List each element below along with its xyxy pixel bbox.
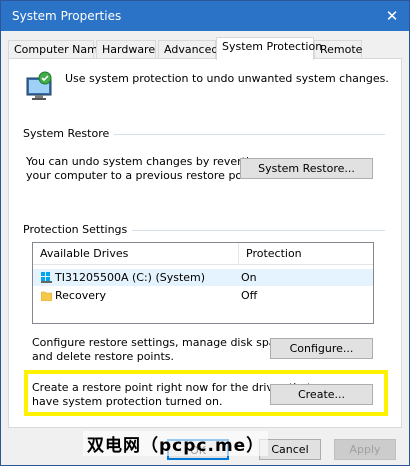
list-item[interactable]: Recovery Off	[33, 287, 373, 304]
system-protection-panel: Use system protection to undo unwanted s…	[8, 58, 402, 428]
apply-button[interactable]: Apply	[334, 439, 396, 460]
configure-text-line1: Configure restore settings, manage disk …	[32, 336, 292, 349]
system-properties-window: System Properties ✕ Computer Name Hardwa…	[0, 0, 410, 466]
tab-system-protection[interactable]: System Protection	[216, 37, 322, 60]
system-drive-icon	[41, 272, 52, 283]
system-restore-button[interactable]: System Restore...	[240, 158, 373, 179]
create-text-line2: have system protection turned on.	[32, 395, 223, 408]
column-header-protection[interactable]: Protection	[239, 243, 373, 265]
tab-hardware[interactable]: Hardware	[96, 40, 156, 59]
watermark-text: 双电网（pcpc.me）	[83, 431, 269, 456]
folder-icon	[41, 291, 52, 301]
title-bar[interactable]: System Properties ✕	[1, 1, 409, 31]
drive-protection-status: On	[241, 271, 257, 284]
close-icon[interactable]: ✕	[379, 3, 405, 29]
configure-text-line2: and delete restore points.	[32, 350, 174, 363]
create-button[interactable]: Create...	[270, 384, 373, 405]
system-restore-heading: System Restore	[23, 127, 115, 140]
tab-advanced[interactable]: Advanced	[158, 40, 218, 59]
window-title: System Properties	[12, 9, 122, 23]
drive-protection-status: Off	[241, 289, 258, 302]
system-restore-text-line2: your computer to a previous restore poin…	[26, 169, 260, 182]
drive-name: TI31205500A (C:) (System)	[55, 271, 206, 284]
configure-button[interactable]: Configure...	[270, 338, 373, 359]
column-header-available-drives[interactable]: Available Drives	[33, 243, 239, 265]
system-restore-text-line1: You can undo system changes by reverting	[26, 155, 263, 168]
cancel-button[interactable]: Cancel	[259, 439, 321, 460]
protection-settings-heading: Protection Settings	[23, 223, 133, 236]
intro-text: Use system protection to undo unwanted s…	[65, 72, 389, 85]
system-protection-icon	[26, 71, 52, 100]
drives-list[interactable]: Available Drives Protection TI31205500A …	[32, 242, 374, 324]
tab-computer-name[interactable]: Computer Name	[8, 40, 105, 59]
drive-name: Recovery	[55, 289, 107, 302]
list-item[interactable]: TI31205500A (C:) (System) On	[33, 269, 373, 286]
